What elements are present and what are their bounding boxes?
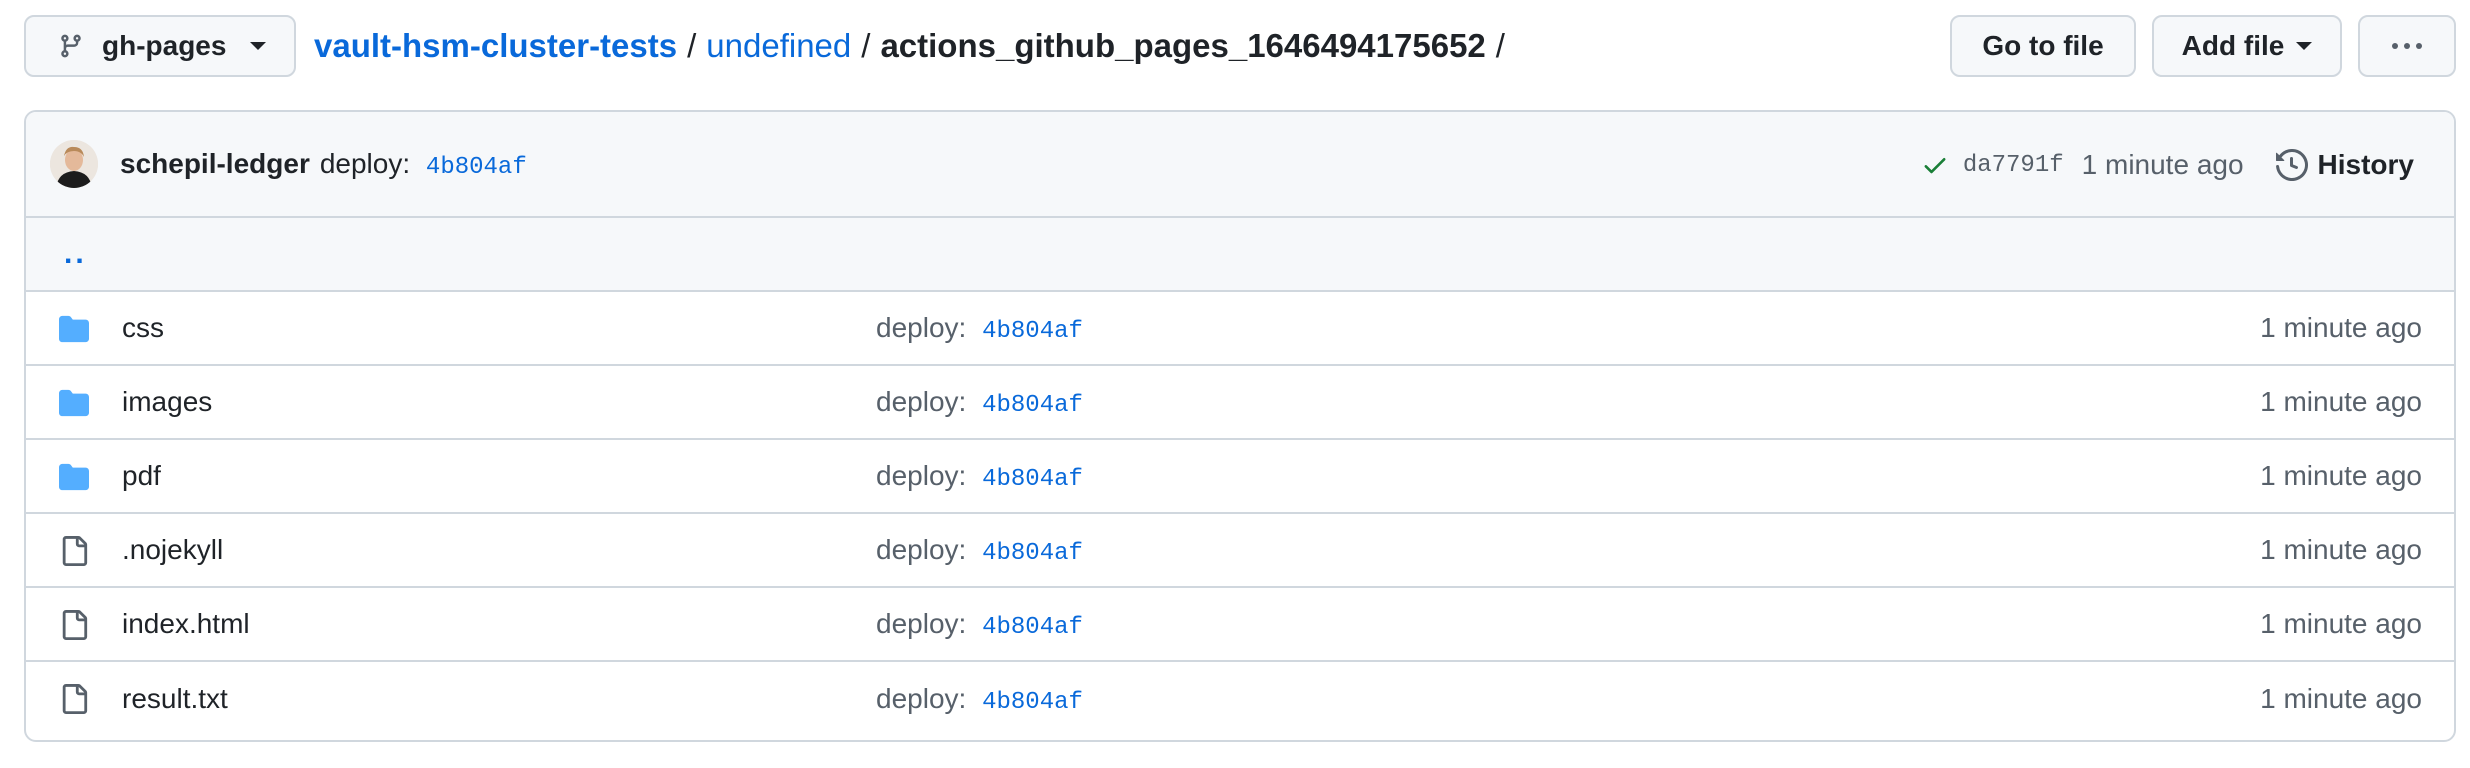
file-browser: schepil-ledger deploy: 4b804af da7791f 1… xyxy=(24,110,2456,742)
top-actions: Go to file Add file xyxy=(1934,14,2456,78)
file-name-link[interactable]: images xyxy=(122,386,212,418)
file-row[interactable]: result.txt deploy: 4b804af 1 minute ago xyxy=(26,662,2454,736)
file-icon xyxy=(62,684,88,714)
file-row[interactable]: index.html deploy: 4b804af 1 minute ago xyxy=(26,588,2454,662)
branch-selector-button[interactable]: gh-pages xyxy=(24,15,296,77)
parent-directory-row[interactable]: .. xyxy=(26,218,2454,292)
commit-sha-link[interactable]: da7791f xyxy=(1963,152,2064,179)
parent-directory-link[interactable]: .. xyxy=(64,237,87,271)
more-options-button[interactable] xyxy=(2358,15,2456,77)
folder-icon xyxy=(59,463,89,491)
commit-author-link[interactable]: schepil-ledger xyxy=(120,148,310,180)
breadcrumb-current: actions_github_pages_1646494175652 xyxy=(880,27,1486,64)
file-icon xyxy=(62,610,88,640)
breadcrumb-repo-link[interactable]: vault-hsm-cluster-tests xyxy=(314,27,677,65)
chevron-down-icon xyxy=(250,42,266,50)
commit-message-sha-link[interactable]: 4b804af xyxy=(426,154,527,181)
file-row[interactable]: .nojekyll deploy: 4b804af 1 minute ago xyxy=(26,514,2454,588)
avatar[interactable] xyxy=(50,140,98,188)
file-commit-time: 1 minute ago xyxy=(2260,460,2422,491)
file-name-link[interactable]: .nojekyll xyxy=(122,534,223,566)
file-commit-message-text: deploy: xyxy=(876,607,967,639)
history-label: History xyxy=(2317,149,2414,180)
file-commit-time: 1 minute ago xyxy=(2260,608,2422,639)
breadcrumb-separator: / xyxy=(687,27,697,64)
file-commit-message: deploy: 4b804af xyxy=(876,683,1083,716)
file-commit-time: 1 minute ago xyxy=(2260,312,2422,343)
file-commit-sha-link[interactable]: 4b804af xyxy=(982,614,1083,641)
commit-message: deploy: 4b804af xyxy=(320,148,527,181)
file-name-link[interactable]: index.html xyxy=(122,608,250,640)
go-to-file-label: Go to file xyxy=(1982,30,2104,61)
breadcrumb-separator: / xyxy=(861,27,871,64)
file-commit-message: deploy: 4b804af xyxy=(876,312,1083,345)
file-commit-message-text: deploy: xyxy=(876,385,967,417)
file-row[interactable]: pdf deploy: 4b804af 1 minute ago xyxy=(26,440,2454,514)
history-icon xyxy=(2275,149,2308,181)
file-commit-message: deploy: 4b804af xyxy=(876,608,1083,641)
file-commit-sha-link[interactable]: 4b804af xyxy=(982,689,1083,716)
top-bar: gh-pages vault-hsm-cluster-tests / undef… xyxy=(24,14,2456,78)
history-link[interactable]: History xyxy=(2275,149,2414,181)
file-row[interactable]: images deploy: 4b804af 1 minute ago xyxy=(26,366,2454,440)
file-name-link[interactable]: pdf xyxy=(122,460,161,492)
branch-label: gh-pages xyxy=(102,30,227,61)
git-branch-icon xyxy=(61,34,81,58)
check-icon[interactable] xyxy=(1921,151,1949,179)
file-commit-message: deploy: 4b804af xyxy=(876,460,1083,493)
file-commit-time: 1 minute ago xyxy=(2260,683,2422,714)
commit-time: 1 minute ago xyxy=(2081,149,2244,180)
latest-commit-bar: schepil-ledger deploy: 4b804af da7791f 1… xyxy=(26,112,2454,218)
go-to-file-button[interactable]: Go to file xyxy=(1950,15,2136,77)
file-name-link[interactable]: css xyxy=(122,312,164,344)
file-commit-time: 1 minute ago xyxy=(2260,386,2422,417)
file-commit-sha-link[interactable]: 4b804af xyxy=(982,540,1083,567)
file-commit-message-text: deploy: xyxy=(876,533,967,565)
file-name-link[interactable]: result.txt xyxy=(122,683,228,715)
file-commit-time: 1 minute ago xyxy=(2260,534,2422,565)
breadcrumb-separator: / xyxy=(1495,27,1505,64)
page: gh-pages vault-hsm-cluster-tests / undef… xyxy=(0,0,2470,768)
file-commit-message: deploy: 4b804af xyxy=(876,534,1083,567)
commit-message-text: deploy: xyxy=(319,147,411,179)
file-list: css deploy: 4b804af 1 minute ago images … xyxy=(26,292,2454,736)
file-commit-sha-link[interactable]: 4b804af xyxy=(982,318,1083,345)
file-commit-message-text: deploy: xyxy=(876,459,967,491)
file-commit-sha-link[interactable]: 4b804af xyxy=(982,466,1083,493)
breadcrumb: vault-hsm-cluster-tests / undefined / ac… xyxy=(314,27,1515,65)
file-icon xyxy=(62,536,88,566)
breadcrumb-folder-link[interactable]: undefined xyxy=(706,27,851,65)
file-row[interactable]: css deploy: 4b804af 1 minute ago xyxy=(26,292,2454,366)
file-commit-message-text: deploy: xyxy=(876,682,967,714)
add-file-button[interactable]: Add file xyxy=(2152,15,2342,77)
folder-icon xyxy=(59,389,89,417)
file-commit-sha-link[interactable]: 4b804af xyxy=(982,392,1083,419)
folder-icon xyxy=(59,315,89,343)
file-commit-message: deploy: 4b804af xyxy=(876,386,1083,419)
kebab-horizontal-icon xyxy=(2392,43,2422,49)
file-commit-message-text: deploy: xyxy=(876,311,967,343)
commit-meta: da7791f 1 minute ago History xyxy=(1921,112,2414,218)
add-file-label: Add file xyxy=(2181,30,2285,61)
avatar-image xyxy=(50,140,98,188)
chevron-down-icon xyxy=(2296,42,2313,50)
